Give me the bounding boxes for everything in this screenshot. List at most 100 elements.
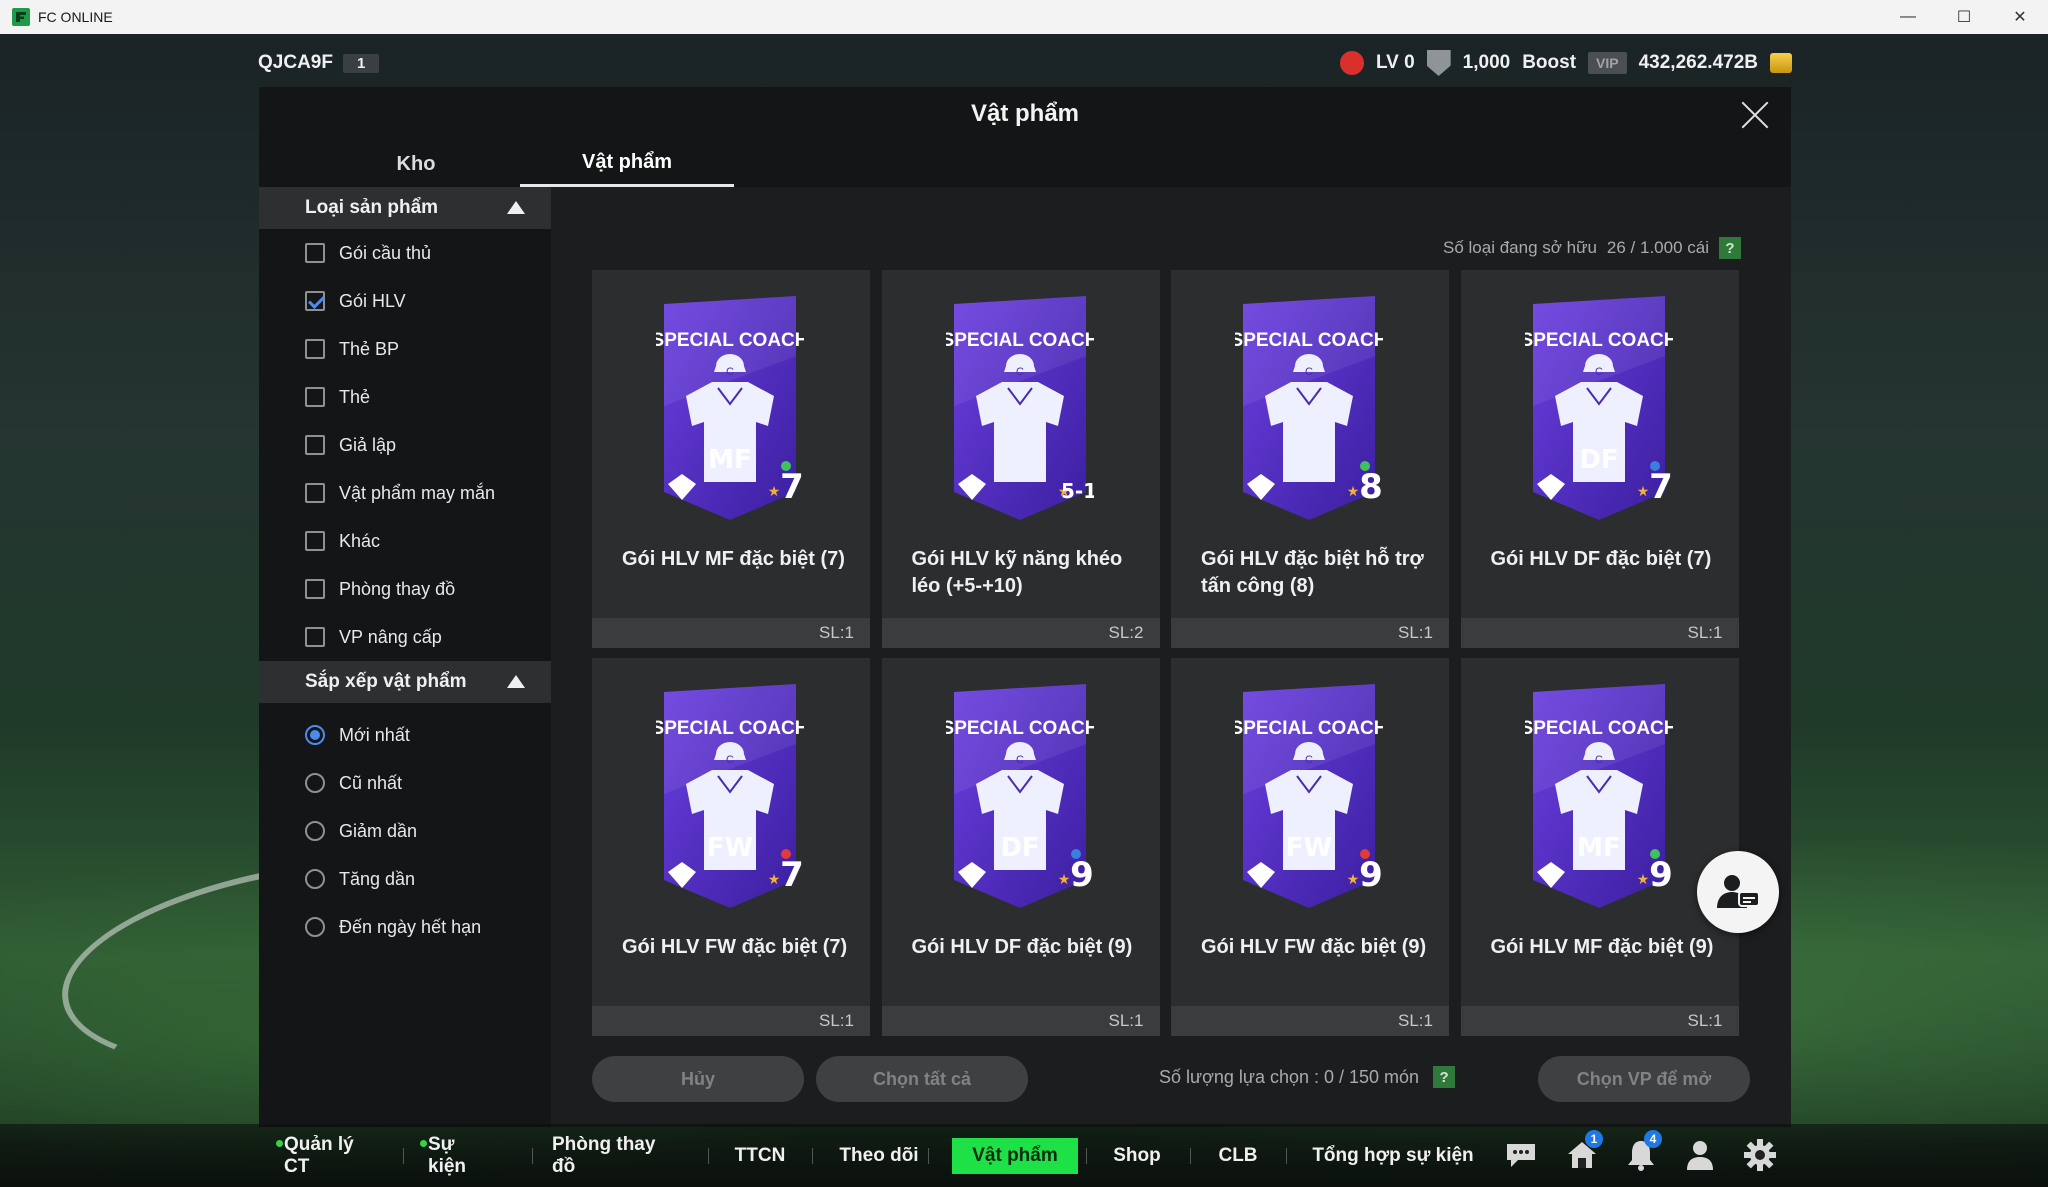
item-card[interactable]: SPECIAL COACH C MF ★ 7 Gói HLV MF đặc biệt (7… — [592, 270, 870, 648]
svg-text:C: C — [726, 366, 734, 378]
collapse-arrow-icon[interactable] — [507, 201, 525, 214]
level-text: LV 0 — [1375, 52, 1415, 73]
cancel-button[interactable]: Hủy — [592, 1056, 804, 1102]
checkbox[interactable] — [305, 531, 325, 551]
open-items-button[interactable]: Chọn VP để mở — [1538, 1056, 1750, 1102]
category-filter-item[interactable]: Thẻ — [259, 373, 551, 421]
sort-option[interactable]: Mới nhất — [259, 711, 551, 759]
profile-icon[interactable] — [1681, 1136, 1719, 1174]
maximize-button[interactable]: ☐ — [1936, 0, 1992, 34]
tab-kho[interactable]: Kho — [309, 141, 523, 187]
nav-item[interactable]: Phòng thay đồ — [552, 1134, 678, 1177]
sort-option[interactable]: Giảm dần — [259, 807, 551, 855]
category-filter-item[interactable]: Phòng thay đồ — [259, 565, 551, 613]
help-icon[interactable]: ? — [1433, 1066, 1456, 1088]
sort-option[interactable]: Đến ngày hết hạn — [259, 903, 551, 951]
radio-button[interactable] — [305, 821, 325, 841]
chat-icon[interactable] — [1502, 1136, 1540, 1174]
help-icon[interactable]: ? — [1719, 237, 1741, 259]
collapse-arrow-icon[interactable] — [507, 675, 525, 688]
checkbox[interactable] — [305, 483, 325, 503]
sort-option[interactable]: Tăng dần — [259, 855, 551, 903]
status-bar: LV 0 1,000 Boost VIP 432,262.472B — [1339, 50, 1792, 76]
nav-label: Shop — [1113, 1145, 1161, 1166]
item-card[interactable]: SPECIAL COACH C DF ★ 9 Gói HLV DF đặc biệt (9… — [881, 658, 1160, 1036]
nav-item[interactable]: Tổng hợp sự kiện — [1310, 1138, 1476, 1174]
nav-item[interactable]: TTCN — [728, 1138, 792, 1174]
item-card[interactable]: SPECIAL COACH C DF ★ 7 Gói HLV DF đặc biệt (7… — [1460, 270, 1739, 648]
home-badge: 1 — [1585, 1130, 1603, 1148]
home-icon[interactable]: 1 — [1563, 1130, 1603, 1174]
svg-text:C: C — [1016, 754, 1024, 766]
tab-vat-pham[interactable]: Vật phẩm — [520, 141, 734, 187]
nav-item[interactable]: Theo dõi — [838, 1138, 920, 1174]
svg-text:C: C — [1016, 366, 1024, 378]
category-filter-item[interactable]: Gói HLV — [259, 277, 551, 325]
grade-text: 9 — [1649, 855, 1673, 895]
category-filter-item[interactable]: Gói cầu thủ — [259, 229, 551, 277]
bottom-navbar: Quản lý CT Sự kiện Phòng thay đồ TTCN Theo d… — [0, 1124, 2048, 1187]
category-label: Phòng thay đồ — [339, 578, 456, 599]
coach-card-art: SPECIAL COACH C FW ★ 7 — [652, 684, 808, 908]
item-card[interactable]: SPECIAL COACHC★5-10Gói HLV kỹ năng khéo … — [881, 270, 1160, 648]
nav-item[interactable]: Quản lý CT — [276, 1134, 374, 1177]
close-window-button[interactable]: ✕ — [1992, 0, 2048, 34]
nav-item[interactable]: CLB — [1210, 1138, 1266, 1174]
coach-card-art: SPECIAL COACH C DF ★ 9 — [941, 684, 1098, 908]
minimize-button[interactable]: — — [1880, 0, 1936, 34]
checkbox[interactable] — [305, 387, 325, 407]
checkbox[interactable] — [305, 435, 325, 455]
category-filter-item[interactable]: VP nâng cấp — [259, 613, 551, 661]
select-all-button[interactable]: Chọn tất cả — [816, 1056, 1028, 1102]
radio-button[interactable] — [305, 917, 325, 937]
radio-button[interactable] — [305, 869, 325, 889]
svg-text:★: ★ — [1636, 484, 1649, 500]
category-label: Khác — [339, 530, 381, 551]
nav-item[interactable]: Sự kiện — [420, 1134, 496, 1177]
sort-option[interactable]: Cũ nhất — [259, 759, 551, 807]
category-filter-item[interactable]: Thẻ BP — [259, 325, 551, 373]
checkbox[interactable] — [305, 627, 325, 647]
card-art-wrapper: SPECIAL COACHC★5-10 — [941, 296, 1111, 520]
item-card[interactable]: SPECIAL COACH C ★ 8 Gói HLV đặc biệt hỗ trợ … — [1171, 270, 1449, 648]
item-quantity: SL:1 — [1460, 618, 1739, 648]
gear-icon[interactable] — [1741, 1136, 1779, 1174]
support-chat-button[interactable] — [1697, 851, 1779, 933]
item-card[interactable]: SPECIAL COACH C FW ★ 7 Gói HLV FW đặc biệt (7… — [592, 658, 870, 1036]
nav-item[interactable]: Shop — [1104, 1138, 1170, 1174]
checkbox[interactable] — [305, 291, 325, 311]
card-art-wrapper: SPECIAL COACH C MF ★ 7 — [652, 296, 808, 520]
position-text: FW — [1286, 833, 1332, 863]
nav-label: Tổng hợp sự kiện — [1312, 1145, 1474, 1166]
category-filter-item[interactable]: Giả lập — [259, 421, 551, 469]
boost-label: Boost — [1522, 52, 1577, 73]
checkbox[interactable] — [305, 339, 325, 359]
nav-item[interactable]: Vật phẩm — [952, 1138, 1078, 1174]
nav-separator — [532, 1148, 533, 1164]
item-card[interactable]: SPECIAL COACH C MF ★ 9 Gói HLV MF đặc biệt (9… — [1460, 658, 1739, 1036]
card-title: SPECIAL COACH — [1525, 330, 1673, 351]
radio-button[interactable] — [305, 773, 325, 793]
selection-count-label: Số lượng lựa chọn : 0 / 150 món — [1159, 1066, 1420, 1087]
checkbox[interactable] — [305, 579, 325, 599]
nav-separator — [1190, 1148, 1191, 1164]
category-filter-header[interactable]: Loại sản phẩm — [259, 187, 551, 229]
category-filter-item[interactable]: Khác — [259, 517, 551, 565]
svg-text:★: ★ — [768, 872, 781, 888]
vip-badge: VIP — [1588, 52, 1627, 74]
card-art-wrapper: SPECIAL COACH C DF ★ 9 — [941, 684, 1098, 908]
checkbox[interactable] — [305, 243, 325, 263]
coach-card-art: SPECIAL COACH C MF ★ 7 — [652, 296, 808, 520]
owned-label: Số loại đang sở hữu — [1443, 238, 1597, 257]
close-icon[interactable] — [1737, 97, 1773, 133]
radio-button[interactable] — [305, 725, 325, 745]
category-filter-item[interactable]: Vật phẩm may mắn — [259, 469, 551, 517]
bell-icon[interactable]: 4 — [1622, 1130, 1662, 1174]
category-label: Thẻ BP — [339, 338, 400, 359]
player-id: QJCA9F — [258, 52, 333, 73]
coach-card-art: SPECIAL COACH C MF ★ 9 — [1520, 684, 1677, 908]
position-text: MF — [708, 445, 752, 475]
sort-header[interactable]: Sắp xếp vật phẩm — [259, 661, 551, 703]
item-card[interactable]: SPECIAL COACH C FW ★ 9 Gói HLV FW đặc biệt (9… — [1171, 658, 1449, 1036]
nav-separator — [1286, 1148, 1287, 1164]
